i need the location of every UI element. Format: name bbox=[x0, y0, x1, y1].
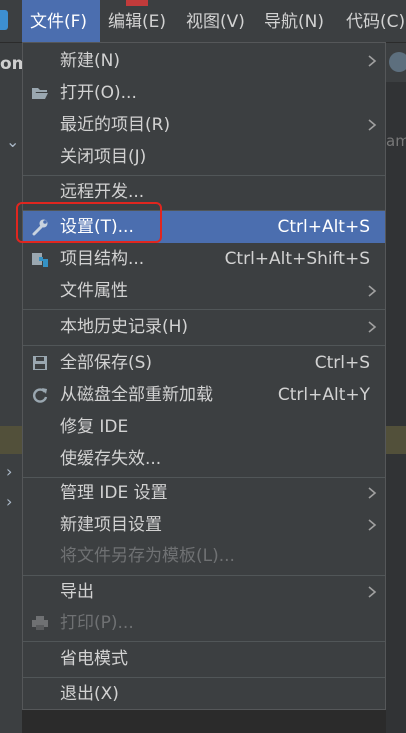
menu-item-label: 文件属性 bbox=[60, 281, 128, 301]
print-icon bbox=[32, 616, 48, 630]
background-right-text: am bbox=[386, 132, 406, 150]
chevron-down-icon: ⌄ bbox=[6, 132, 20, 151]
menu-item-label: 打印(P)... bbox=[60, 613, 134, 633]
menu-separator bbox=[23, 345, 385, 346]
menu-item-label: 新建(N) bbox=[60, 51, 120, 71]
project-structure-icon bbox=[32, 253, 48, 267]
menu-item-project-structure[interactable]: 项目结构... Ctrl+Alt+Shift+S bbox=[23, 243, 385, 275]
reload-icon bbox=[33, 388, 48, 403]
highlight-outline bbox=[16, 202, 162, 243]
file-menu-dropdown: 新建(N) 打开(O)... 最近的项目(R) 关闭项目(J) 远程开发... … bbox=[22, 42, 386, 710]
menu-item-save-as-template: 将文件另存为模板(L)... bbox=[23, 540, 385, 572]
menu-item-reload-all[interactable]: 从磁盘全部重新加载 Ctrl+Alt+Y bbox=[23, 379, 385, 411]
menubar: 文件(F) 编辑(E) 视图(V) 导航(N) 代码(C) bbox=[0, 0, 406, 43]
folder-open-icon bbox=[32, 88, 48, 99]
tab-close-icon[interactable] bbox=[389, 52, 406, 72]
menu-item-recent-projects[interactable]: 最近的项目(R) bbox=[23, 109, 385, 141]
menu-item-repair-ide[interactable]: 修复 IDE bbox=[23, 411, 385, 443]
menu-item-save-all[interactable]: 全部保存(S) Ctrl+S bbox=[23, 347, 385, 379]
menu-item-exit[interactable]: 退出(X) bbox=[23, 678, 385, 710]
menu-item-label: 从磁盘全部重新加载 bbox=[60, 385, 213, 405]
menu-item-new[interactable]: 新建(N) bbox=[23, 45, 385, 77]
menu-item-local-history[interactable]: 本地历史记录(H) bbox=[23, 311, 385, 343]
menu-item-power-save-mode[interactable]: 省电模式 bbox=[23, 643, 385, 675]
menu-item-label: 导出 bbox=[60, 582, 94, 602]
submenu-arrow-icon bbox=[368, 519, 377, 531]
chevron-right-icon: › bbox=[6, 492, 13, 511]
menu-item-manage-ide-settings[interactable]: 管理 IDE 设置 bbox=[23, 477, 385, 509]
menu-item-shortcut: Ctrl+S bbox=[314, 353, 370, 373]
save-icon bbox=[33, 356, 47, 370]
background-highlight-line bbox=[386, 426, 406, 454]
menu-item-label: 全部保存(S) bbox=[60, 353, 153, 373]
menu-item-new-project-settings[interactable]: 新建项目设置 bbox=[23, 509, 385, 541]
submenu-arrow-icon bbox=[368, 55, 377, 67]
submenu-arrow-icon bbox=[368, 285, 377, 297]
menu-item-label: 项目结构... bbox=[60, 249, 145, 269]
menu-item-invalidate-caches[interactable]: 使缓存失效... bbox=[23, 443, 385, 475]
menu-item-file-properties[interactable]: 文件属性 bbox=[23, 275, 385, 307]
menu-item-label: 打开(O)... bbox=[60, 83, 137, 103]
menu-item-shortcut: Ctrl+Alt+S bbox=[277, 217, 370, 237]
menu-edit[interactable]: 编辑(E) bbox=[100, 0, 176, 42]
menu-file[interactable]: 文件(F) bbox=[22, 0, 100, 42]
menu-view[interactable]: 视图(V) bbox=[178, 0, 254, 42]
menu-separator bbox=[23, 309, 385, 310]
menu-item-shortcut: Ctrl+Alt+Y bbox=[277, 385, 370, 405]
menu-item-label: 关闭项目(J) bbox=[60, 147, 147, 167]
background-highlight-line bbox=[0, 426, 22, 454]
menu-item-label: 最近的项目(R) bbox=[60, 115, 171, 135]
submenu-arrow-icon bbox=[368, 487, 377, 499]
submenu-arrow-icon bbox=[368, 119, 377, 131]
menu-item-close-project[interactable]: 关闭项目(J) bbox=[23, 141, 385, 173]
app-logo-icon bbox=[0, 10, 8, 30]
menu-item-label: 本地历史记录(H) bbox=[60, 317, 189, 337]
chevron-right-icon: › bbox=[6, 462, 13, 481]
menu-code[interactable]: 代码(C) bbox=[338, 0, 406, 42]
menu-item-label: 修复 IDE bbox=[60, 417, 129, 437]
submenu-arrow-icon bbox=[368, 586, 377, 598]
menu-item-shortcut: Ctrl+Alt+Shift+S bbox=[224, 249, 370, 269]
menu-item-print: 打印(P)... bbox=[23, 607, 385, 639]
menu-item-label: 管理 IDE 设置 bbox=[60, 483, 168, 503]
menu-item-label: 将文件另存为模板(L)... bbox=[60, 546, 235, 566]
submenu-arrow-icon bbox=[368, 321, 377, 333]
menu-item-label: 退出(X) bbox=[60, 684, 119, 704]
menu-separator bbox=[23, 641, 385, 642]
menu-navigate[interactable]: 导航(N) bbox=[256, 0, 338, 42]
menu-item-label: 新建项目设置 bbox=[60, 515, 162, 535]
menu-item-open[interactable]: 打开(O)... bbox=[23, 77, 385, 109]
menu-item-label: 省电模式 bbox=[60, 649, 128, 669]
menu-item-export[interactable]: 导出 bbox=[23, 576, 385, 608]
menu-item-label: 使缓存失效... bbox=[60, 449, 162, 469]
